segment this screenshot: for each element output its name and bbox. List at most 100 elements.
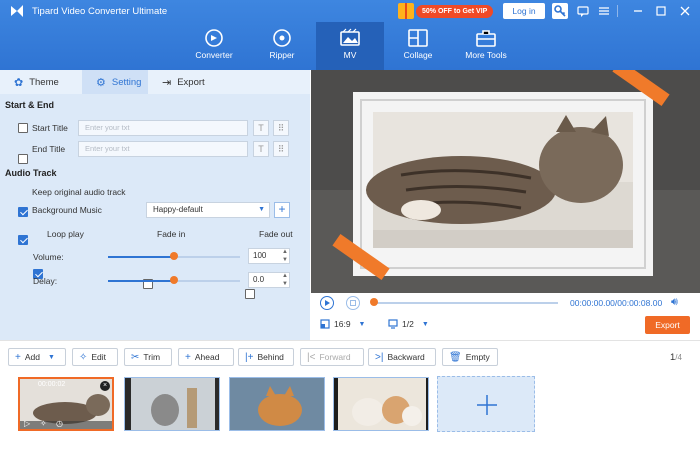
panel-tabs: ✿ Theme ⚙ Setting ⇥ Export: [0, 70, 310, 94]
tab-ripper-label: Ripper: [269, 50, 295, 60]
start-end-heading: Start & End: [5, 100, 55, 110]
tab-export-label: Export: [177, 76, 205, 88]
edit-button-label: Edit: [91, 352, 107, 362]
clip-effect-icon[interactable]: ✧: [40, 419, 47, 428]
clip-thumbnail-2[interactable]: [124, 377, 220, 431]
remove-clip-icon[interactable]: ×: [100, 381, 110, 391]
delay-slider-knob[interactable]: [170, 276, 178, 284]
tab-theme[interactable]: ✿ Theme: [0, 70, 82, 94]
clip-play-icon[interactable]: ▷: [24, 419, 30, 428]
aspect-ratio-select[interactable]: 16:9 ▼: [320, 319, 365, 329]
tab-more-tools[interactable]: More Tools: [452, 22, 520, 70]
tab-collage[interactable]: Collage: [384, 22, 452, 70]
feedback-icon[interactable]: [575, 3, 591, 19]
preview-scene: [311, 60, 700, 293]
clip-thumbnail-4[interactable]: [333, 377, 429, 431]
end-title-font-button[interactable]: T: [253, 141, 269, 157]
disc-icon: [273, 29, 291, 47]
delay-stepper[interactable]: ▲ ▼: [280, 272, 290, 288]
promo-badge: 50% OFF to Get VIP: [416, 4, 494, 18]
chevron-down-icon[interactable]: ▼: [280, 256, 290, 264]
end-title-label: End Title: [32, 144, 66, 154]
playback-progress[interactable]: [374, 302, 558, 304]
end-title-checkbox[interactable]: [18, 154, 28, 164]
start-title-font-button[interactable]: T: [253, 120, 269, 136]
screen-page-select[interactable]: 1/2 ▼: [388, 319, 429, 329]
background-music-label: Background Music: [32, 205, 102, 215]
chevron-up-icon[interactable]: ▲: [280, 248, 290, 256]
collage-icon: [408, 29, 428, 47]
start-title-checkbox[interactable]: [18, 123, 28, 133]
clip-clock-icon[interactable]: ◷: [56, 419, 63, 428]
chevron-up-icon[interactable]: ▲: [280, 272, 290, 280]
chevron-down-icon: ▼: [358, 320, 366, 328]
tab-setting[interactable]: ⚙ Setting: [82, 70, 148, 94]
page-indicator: 1/4: [670, 352, 682, 363]
empty-button[interactable]: 🗑︎ Empty: [442, 348, 498, 366]
page-total: 4: [677, 353, 682, 362]
add-music-button[interactable]: +: [274, 202, 290, 218]
volume-icon[interactable]: 🔊︎: [671, 296, 678, 309]
theme-icon: ✿: [14, 76, 24, 89]
tab-ripper[interactable]: Ripper: [248, 22, 316, 70]
aspect-ratio-value: 16:9: [334, 319, 351, 329]
behind-button[interactable]: |+ Behind: [238, 348, 294, 366]
main-nav: Converter Ripper MV Collage More Tools: [180, 22, 520, 70]
backward-button[interactable]: >| Backward: [368, 348, 436, 366]
video-preview: [311, 60, 700, 293]
stop-icon[interactable]: [346, 296, 360, 310]
trim-button[interactable]: ✂ Trim: [124, 348, 172, 366]
clip-1-duration: 00:00:02: [38, 381, 66, 388]
maximize-icon[interactable]: [653, 3, 669, 19]
forward-icon: |<: [307, 351, 316, 363]
export-icon: ⇥: [162, 76, 172, 89]
music-select[interactable]: Happy-default ▼: [146, 202, 270, 218]
chevron-down-icon[interactable]: ▼: [280, 280, 290, 288]
minimize-icon[interactable]: [630, 3, 646, 19]
end-title-grid-icon[interactable]: ⠿: [273, 141, 289, 157]
key-icon[interactable]: [552, 3, 568, 19]
gear-icon: ⚙: [96, 76, 106, 89]
fade-out-label: Fade out: [259, 229, 293, 239]
screen-page-value: 1/2: [402, 319, 414, 329]
ahead-button[interactable]: + Ahead: [178, 348, 234, 366]
promo-banner[interactable]: 50% OFF to Get VIP: [398, 2, 494, 20]
clip-4-image: [334, 378, 428, 430]
start-title-grid-icon[interactable]: ⠿: [273, 120, 289, 136]
keep-audio-label: Keep original audio track: [32, 187, 126, 197]
behind-button-label: Behind: [257, 352, 284, 362]
login-button[interactable]: Log in: [503, 3, 545, 19]
tab-mv-label: MV: [343, 50, 357, 60]
audio-track-heading: Audio Track: [5, 168, 57, 178]
tab-converter[interactable]: Converter: [180, 22, 248, 70]
tab-mv[interactable]: MV: [316, 22, 384, 70]
loop-play-label: Loop play: [47, 229, 84, 239]
keep-audio-checkbox[interactable]: [18, 207, 28, 217]
add-button[interactable]: + Add ▼: [8, 348, 66, 366]
playback-knob[interactable]: [370, 298, 378, 306]
clip-thumbnail-3[interactable]: [229, 377, 325, 431]
forward-button[interactable]: |< Forward: [300, 348, 364, 366]
close-icon[interactable]: [677, 3, 693, 19]
magic-wand-icon: ✧: [79, 351, 88, 363]
music-select-value: Happy-default: [153, 205, 203, 214]
monitor-icon: [388, 319, 398, 329]
fade-out-checkbox[interactable]: [245, 289, 255, 299]
gift-icon: [398, 3, 414, 19]
export-button[interactable]: Export: [645, 316, 690, 334]
end-title-input[interactable]: Enter your txt: [78, 141, 248, 157]
clip-thumbnail-1[interactable]: 00:00:02 × ▷ ✧ ◷: [18, 377, 114, 431]
start-title-input[interactable]: Enter your txt: [78, 120, 248, 136]
volume-slider-knob[interactable]: [170, 252, 178, 260]
add-clip-button[interactable]: [437, 376, 535, 432]
edit-button[interactable]: ✧ Edit: [72, 348, 118, 366]
menu-icon[interactable]: [596, 3, 612, 19]
tab-export[interactable]: ⇥ Export: [148, 70, 219, 94]
app-logo-icon: [11, 5, 23, 17]
volume-stepper[interactable]: ▲ ▼: [280, 248, 290, 264]
background-music-checkbox[interactable]: [18, 235, 28, 245]
tab-more-tools-label: More Tools: [465, 50, 507, 60]
play-icon[interactable]: [320, 296, 334, 310]
clip-2-image: [125, 378, 219, 430]
trim-button-label: Trim: [143, 352, 161, 362]
